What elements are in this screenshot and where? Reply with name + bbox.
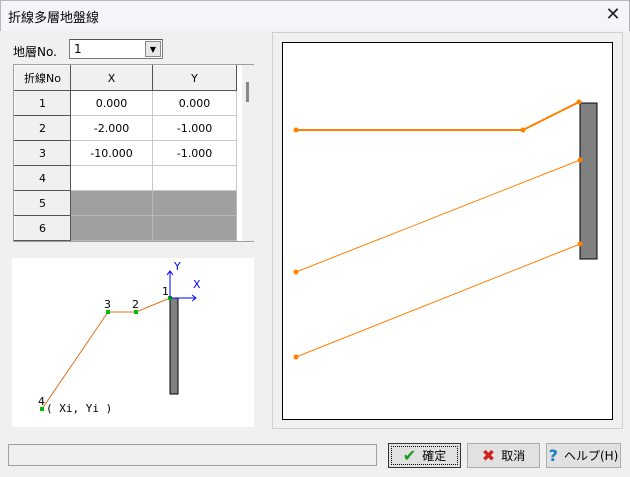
row-header[interactable]: 2 bbox=[14, 115, 71, 141]
cell-y[interactable]: -1.000 bbox=[152, 140, 237, 166]
table-row: 3 -10.000 -1.000 bbox=[14, 140, 237, 166]
close-icon[interactable]: ✕ bbox=[600, 2, 626, 28]
layer-label: 地層No. bbox=[13, 45, 57, 59]
row-header[interactable]: 6 bbox=[14, 215, 71, 241]
help-button[interactable]: ? ヘルプ(H) bbox=[546, 443, 621, 468]
row-header[interactable]: 4 bbox=[14, 165, 71, 191]
legend-diagram: Y X 1 2 3 4 ( Xi, Yi ) bbox=[12, 258, 254, 427]
row-header[interactable]: 1 bbox=[14, 90, 71, 116]
cancel-button[interactable]: ✖ 取消 bbox=[467, 443, 540, 468]
axis-y-label: Y bbox=[174, 260, 181, 273]
header-no[interactable]: 折線No bbox=[14, 65, 71, 91]
table-row: 1 0.000 0.000 bbox=[14, 90, 237, 116]
cell-x[interactable] bbox=[70, 165, 153, 191]
vertices bbox=[293, 99, 583, 360]
ground-line-1 bbox=[296, 101, 580, 131]
ground-line-2 bbox=[295, 159, 581, 273]
table-row: 5 bbox=[14, 190, 237, 216]
window-title: 折線多層地盤線 bbox=[8, 11, 100, 26]
points bbox=[40, 296, 172, 411]
preview-canvas bbox=[282, 42, 613, 420]
point-label: 1 bbox=[162, 285, 169, 298]
ok-button[interactable]: ✔ 確定 bbox=[388, 443, 461, 468]
row-header[interactable]: 3 bbox=[14, 140, 71, 166]
layer-select[interactable]: 1 ▼ bbox=[69, 39, 163, 59]
cell-x[interactable]: 0.000 bbox=[70, 90, 153, 116]
point-label: 2 bbox=[132, 298, 139, 311]
cell-x[interactable]: -2.000 bbox=[70, 115, 153, 141]
help-label: ヘルプ(H) bbox=[563, 449, 619, 463]
cell-y[interactable]: -1.000 bbox=[152, 115, 237, 141]
table-row: 6 bbox=[14, 215, 237, 241]
wall bbox=[579, 102, 598, 260]
cell-y[interactable] bbox=[152, 165, 237, 191]
question-icon: ? bbox=[548, 446, 558, 465]
header-y[interactable]: Y bbox=[152, 65, 237, 91]
table-row: 4 bbox=[14, 165, 237, 191]
vertical-scrollbar[interactable] bbox=[242, 65, 254, 241]
cell-y bbox=[152, 215, 237, 241]
chevron-down-icon[interactable]: ▼ bbox=[145, 41, 161, 57]
table-row: 2 -2.000 -1.000 bbox=[14, 115, 237, 141]
cell-y bbox=[152, 190, 237, 216]
header-x[interactable]: X bbox=[70, 65, 153, 91]
cancel-label: 取消 bbox=[501, 449, 526, 463]
x-icon: ✖ bbox=[481, 446, 496, 465]
cell-x[interactable]: -10.000 bbox=[70, 140, 153, 166]
wall bbox=[169, 297, 179, 395]
coordinate-grid: 折線No X Y 1 0.000 0.000 2 -2.000 -1.000 3 -10.… bbox=[13, 64, 254, 242]
cell-y[interactable]: 0.000 bbox=[152, 90, 237, 116]
polyline bbox=[41, 297, 171, 410]
scroll-thumb[interactable] bbox=[246, 82, 249, 102]
layer-value: 1 bbox=[74, 42, 82, 56]
cell-x bbox=[70, 190, 153, 216]
status-field bbox=[8, 444, 377, 466]
point-label: 4 bbox=[38, 395, 45, 408]
axis-x-label: X bbox=[193, 278, 201, 291]
cell-x bbox=[70, 215, 153, 241]
row-header[interactable]: 5 bbox=[14, 190, 71, 216]
ground-line-3 bbox=[295, 243, 581, 358]
coord-label: ( Xi, Yi ) bbox=[46, 402, 113, 415]
point-label: 3 bbox=[104, 298, 111, 311]
